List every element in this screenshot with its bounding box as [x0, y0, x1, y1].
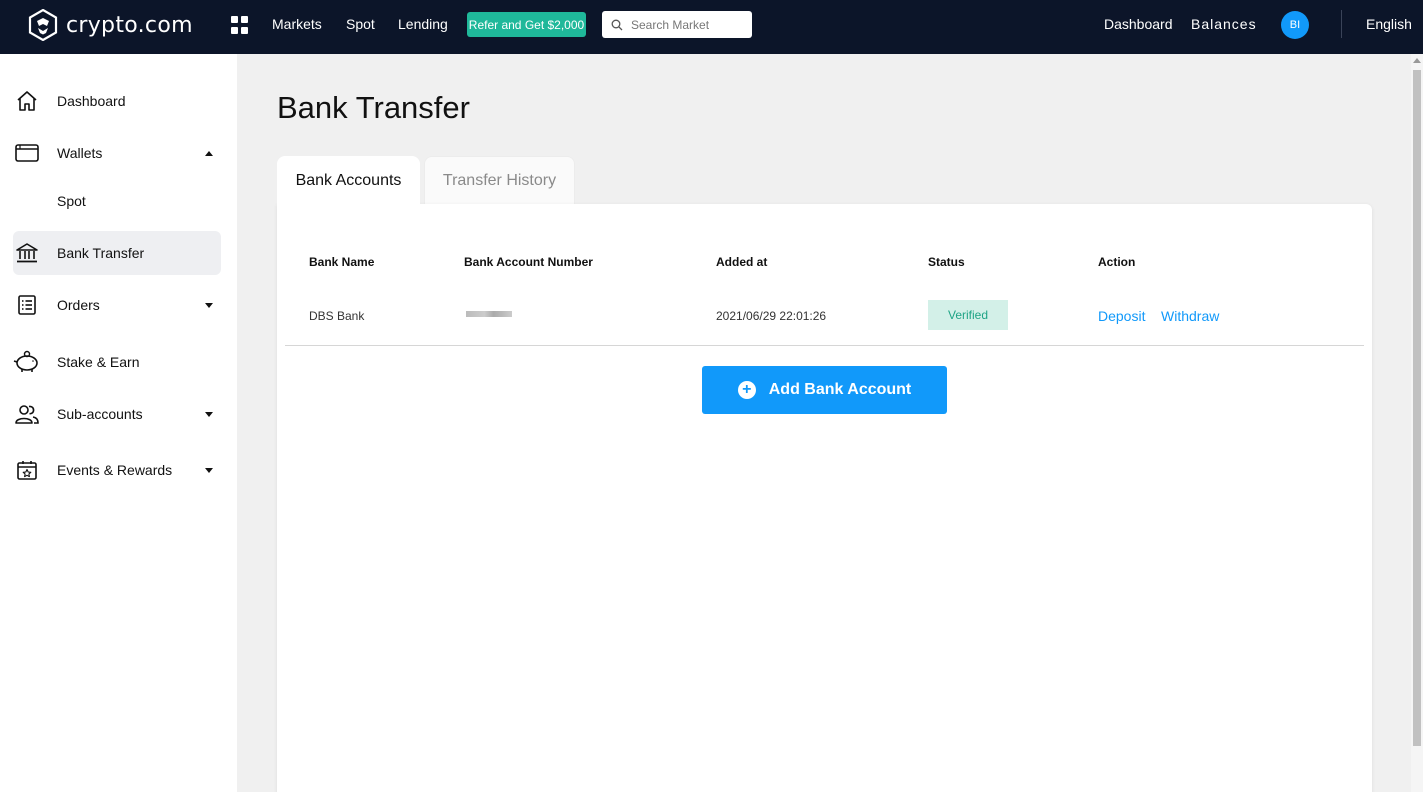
language-selector[interactable]: English [1366, 16, 1412, 32]
column-header-action: Action [1098, 255, 1136, 269]
page-title: Bank Transfer [277, 90, 470, 125]
nav-balances[interactable]: Balances [1191, 16, 1257, 32]
scrollbar-thumb[interactable] [1413, 70, 1421, 746]
nav-lending[interactable]: Lending [398, 16, 448, 32]
masked-account-number [466, 311, 512, 317]
top-navbar: crypto.com Markets Spot Lending Refer an… [0, 0, 1423, 54]
nav-markets[interactable]: Markets [272, 16, 322, 32]
status-badge: Verified [928, 300, 1008, 330]
crypto-logo-icon [28, 9, 58, 41]
sidebar: Dashboard Wallets Spot Bank Transfer Ord… [0, 54, 237, 792]
column-header-added-at: Added at [716, 255, 768, 269]
chevron-down-icon [205, 467, 213, 473]
sidebar-item-bank-transfer[interactable]: Bank Transfer [13, 231, 221, 275]
bank-accounts-panel: Bank Name Bank Account Number Added at S… [277, 204, 1372, 792]
refer-button[interactable]: Refer and Get $2,000 [467, 12, 586, 37]
sidebar-item-label: Bank Transfer [57, 245, 145, 261]
tab-bank-accounts[interactable]: Bank Accounts [277, 156, 420, 206]
sidebar-item-label: Wallets [57, 145, 103, 161]
search-icon [611, 19, 623, 30]
bank-name-cell: DBS Bank [309, 309, 365, 323]
add-bank-account-button[interactable]: + Add Bank Account [702, 366, 947, 414]
column-header-bank-name: Bank Name [309, 255, 375, 269]
sidebar-item-label: Spot [57, 193, 86, 209]
sidebar-item-events-rewards[interactable]: Events & Rewards [13, 448, 221, 492]
user-avatar[interactable]: BI [1281, 11, 1309, 39]
plus-circle-icon: + [737, 381, 756, 399]
orders-icon [13, 291, 41, 319]
apps-grid-icon[interactable] [231, 16, 249, 34]
sidebar-item-label: Dashboard [57, 93, 126, 109]
sidebar-item-stake-earn[interactable]: Stake & Earn [13, 340, 221, 384]
sidebar-item-orders[interactable]: Orders [13, 283, 221, 327]
wallet-icon [13, 139, 41, 167]
sidebar-item-label: Sub-accounts [57, 406, 143, 422]
deposit-link[interactable]: Deposit [1098, 308, 1145, 324]
added-at-cell: 2021/06/29 22:01:26 [716, 309, 827, 323]
brand-logo[interactable]: crypto.com [28, 9, 193, 41]
sidebar-item-sub-accounts[interactable]: Sub-accounts [13, 392, 221, 436]
home-icon [13, 87, 41, 115]
search-input[interactable] [631, 17, 741, 32]
sidebar-item-label: Orders [57, 297, 100, 313]
column-header-status: Status [928, 255, 965, 269]
nav-spot[interactable]: Spot [346, 16, 375, 32]
users-icon [13, 400, 41, 428]
add-bank-account-label: Add Bank Account [768, 381, 912, 398]
sidebar-item-label: Events & Rewards [57, 462, 173, 478]
search-box[interactable] [602, 11, 752, 38]
column-header-account-number: Bank Account Number [464, 255, 593, 269]
calendar-star-icon [13, 456, 41, 484]
brand-name: crypto.com [66, 12, 193, 38]
chevron-down-icon [205, 302, 213, 308]
piggy-bank-icon [13, 348, 41, 376]
sidebar-item-spot[interactable]: Spot [13, 179, 221, 223]
withdraw-link[interactable]: Withdraw [1161, 308, 1219, 324]
bank-icon [13, 239, 41, 267]
sidebar-item-label: Stake & Earn [57, 354, 140, 370]
sidebar-item-wallets[interactable]: Wallets [13, 131, 221, 175]
scroll-up-arrow-icon[interactable] [1413, 58, 1421, 63]
sidebar-item-dashboard[interactable]: Dashboard [13, 79, 221, 123]
row-divider [285, 345, 1364, 346]
tab-transfer-history[interactable]: Transfer History [424, 156, 575, 204]
chevron-up-icon [205, 150, 213, 156]
header-divider [1341, 10, 1342, 38]
chevron-down-icon [205, 411, 213, 417]
nav-dashboard[interactable]: Dashboard [1104, 16, 1173, 32]
